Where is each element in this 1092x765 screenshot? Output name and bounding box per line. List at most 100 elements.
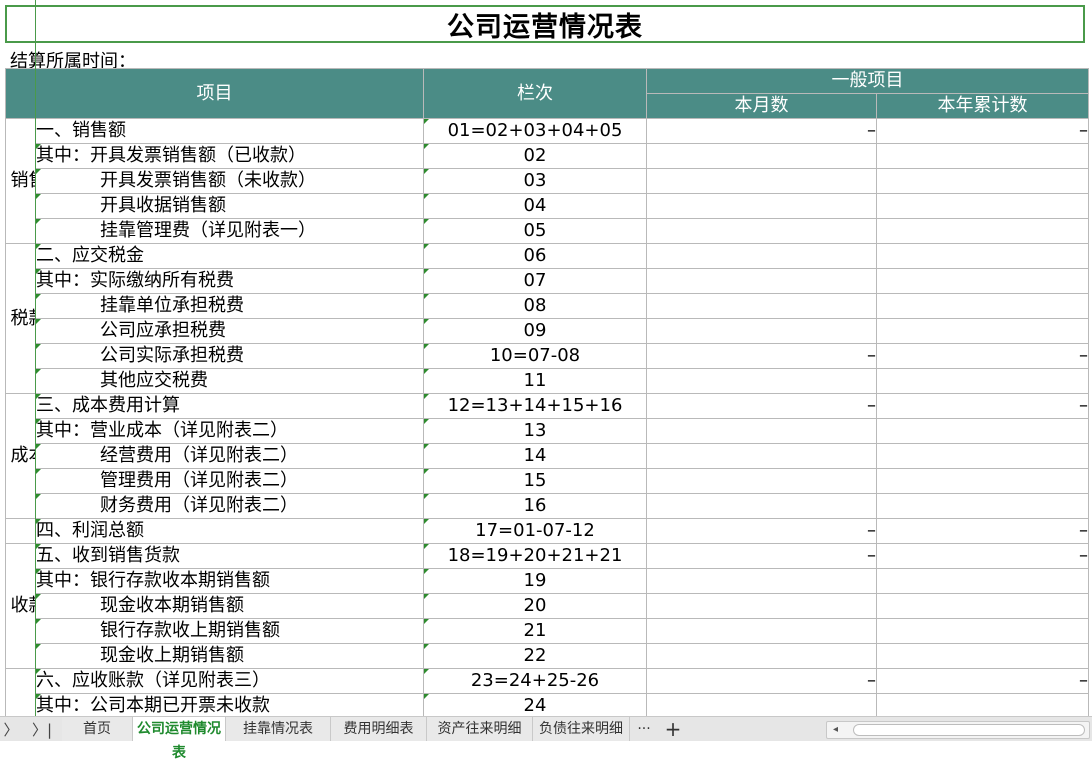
row-item-name[interactable]: 其中：银行存款收本期销售额 — [35, 568, 424, 594]
row-column-no[interactable]: 09 — [423, 318, 647, 344]
row-item-name[interactable]: 开具发票销售额（未收款） — [35, 168, 424, 194]
row-column-no[interactable]: 06 — [423, 243, 647, 269]
row-column-no[interactable]: 23=24+25-26 — [423, 668, 647, 694]
sheet-tab[interactable]: 公司运营情况表 — [133, 717, 226, 761]
row-column-no[interactable]: 21 — [423, 618, 647, 644]
row-year-value[interactable] — [876, 443, 1089, 469]
row-column-no[interactable]: 03 — [423, 168, 647, 194]
row-year-value[interactable] — [876, 368, 1089, 394]
row-year-value[interactable] — [876, 218, 1089, 244]
row-item-name[interactable]: 公司实际承担税费 — [35, 343, 424, 369]
row-item-name[interactable]: 银行存款收上期销售额 — [35, 618, 424, 644]
row-column-no[interactable]: 19 — [423, 568, 647, 594]
row-month-value[interactable] — [646, 168, 877, 194]
more-sheets-icon[interactable]: ··· — [630, 721, 658, 737]
row-item-name[interactable]: 开具收据销售额 — [35, 193, 424, 219]
row-year-value[interactable]: – — [876, 343, 1089, 369]
row-column-no[interactable]: 20 — [423, 593, 647, 619]
row-year-value[interactable] — [876, 693, 1089, 716]
row-column-no[interactable]: 01=02+03+04+05 — [423, 118, 647, 144]
category-sales[interactable]: 销售额 — [5, 118, 36, 244]
row-month-value[interactable]: – — [646, 118, 877, 144]
row-year-value[interactable] — [876, 468, 1089, 494]
row-month-value[interactable] — [646, 693, 877, 716]
row-month-value[interactable] — [646, 293, 877, 319]
category-collect[interactable]: 收款计算 — [5, 543, 36, 669]
row-year-value[interactable]: – — [876, 668, 1089, 694]
scrollbar-thumb[interactable] — [853, 724, 1085, 736]
row-item-name[interactable]: 财务费用（详见附表二） — [35, 493, 424, 519]
header-this-month[interactable]: 本月数 — [646, 93, 877, 119]
row-item-name[interactable]: 其中：实际缴纳所有税费 — [35, 268, 424, 294]
row-item-name[interactable]: 四、利润总额 — [35, 518, 424, 544]
row-year-value[interactable] — [876, 143, 1089, 169]
header-column-no[interactable]: 栏次 — [423, 68, 647, 119]
row-year-value[interactable]: – — [876, 518, 1089, 544]
row-item-name[interactable]: 六、应收账款（详见附表三） — [35, 668, 424, 694]
row-month-value[interactable] — [646, 493, 877, 519]
row-column-no[interactable]: 02 — [423, 143, 647, 169]
row-column-no[interactable]: 05 — [423, 218, 647, 244]
row-item-name[interactable]: 其中：公司本期已开票未收款 — [35, 693, 424, 716]
category-cost[interactable]: 成本费用计算 — [5, 393, 36, 519]
row-year-value[interactable] — [876, 418, 1089, 444]
row-item-name[interactable]: 五、收到销售货款 — [35, 543, 424, 569]
sheet-tab[interactable]: 挂靠情况表 — [226, 717, 331, 741]
row-item-name[interactable]: 二、应交税金 — [35, 243, 424, 269]
row-month-value[interactable]: – — [646, 518, 877, 544]
row-column-no[interactable]: 07 — [423, 268, 647, 294]
row-column-no[interactable]: 15 — [423, 468, 647, 494]
row-year-value[interactable] — [876, 618, 1089, 644]
row-month-value[interactable]: – — [646, 343, 877, 369]
row-column-no[interactable]: 22 — [423, 643, 647, 669]
row-month-value[interactable] — [646, 418, 877, 444]
row-year-value[interactable] — [876, 193, 1089, 219]
horizontal-scrollbar[interactable]: ◂ — [826, 721, 1090, 739]
row-column-no[interactable]: 17=01-07-12 — [423, 518, 647, 544]
row-column-no[interactable]: 13 — [423, 418, 647, 444]
row-column-no[interactable]: 18=19+20+21+21 — [423, 543, 647, 569]
row-column-no[interactable]: 11 — [423, 368, 647, 394]
row-month-value[interactable] — [646, 593, 877, 619]
row-item-name[interactable]: 管理费用（详见附表二） — [35, 468, 424, 494]
sheet-tab[interactable]: 首页 — [62, 717, 133, 741]
row-month-value[interactable] — [646, 218, 877, 244]
sheet-tab[interactable]: 费用明细表 — [331, 717, 427, 741]
row-column-no[interactable]: 14 — [423, 443, 647, 469]
row-column-no[interactable]: 08 — [423, 293, 647, 319]
row-year-value[interactable]: – — [876, 118, 1089, 144]
row-year-value[interactable] — [876, 593, 1089, 619]
row-month-value[interactable] — [646, 143, 877, 169]
row-item-name[interactable]: 其他应交税费 — [35, 368, 424, 394]
row-month-value[interactable] — [646, 568, 877, 594]
row-month-value[interactable] — [646, 243, 877, 269]
header-general-items[interactable]: 一般项目 — [646, 68, 1089, 94]
header-item[interactable]: 项目 — [5, 68, 424, 119]
sheet-tab[interactable]: 负债往来明细 — [533, 717, 630, 741]
row-item-name[interactable]: 挂靠管理费（详见附表一） — [35, 218, 424, 244]
row-item-name[interactable]: 三、成本费用计算 — [35, 393, 424, 419]
row-year-value[interactable] — [876, 293, 1089, 319]
header-year-to-date[interactable]: 本年累计数 — [876, 93, 1089, 119]
row-month-value[interactable] — [646, 443, 877, 469]
row-item-name[interactable]: 其中：开具发票销售额（已收款） — [35, 143, 424, 169]
row-month-value[interactable] — [646, 268, 877, 294]
row-year-value[interactable]: – — [876, 393, 1089, 419]
row-month-value[interactable]: – — [646, 543, 877, 569]
row-year-value[interactable] — [876, 643, 1089, 669]
row-item-name[interactable]: 挂靠单位承担税费 — [35, 293, 424, 319]
category-tax[interactable]: 税款计算 — [5, 243, 36, 394]
row-month-value[interactable] — [646, 468, 877, 494]
row-column-no[interactable]: 12=13+14+15+16 — [423, 393, 647, 419]
category-empty[interactable] — [5, 668, 36, 716]
row-month-value[interactable]: – — [646, 668, 877, 694]
spreadsheet-area[interactable]: 公司运营情况表 结算所属时间： 项目 栏次 一般项目 本月数 本年累计数 销售额… — [0, 0, 1092, 716]
row-month-value[interactable] — [646, 193, 877, 219]
row-column-no[interactable]: 24 — [423, 693, 647, 716]
row-month-value[interactable] — [646, 618, 877, 644]
prev-sheet-icon[interactable]: 〉 — [0, 719, 22, 740]
category-empty[interactable] — [5, 518, 36, 544]
row-year-value[interactable] — [876, 268, 1089, 294]
row-year-value[interactable] — [876, 243, 1089, 269]
add-sheet-icon[interactable]: + — [658, 717, 688, 741]
